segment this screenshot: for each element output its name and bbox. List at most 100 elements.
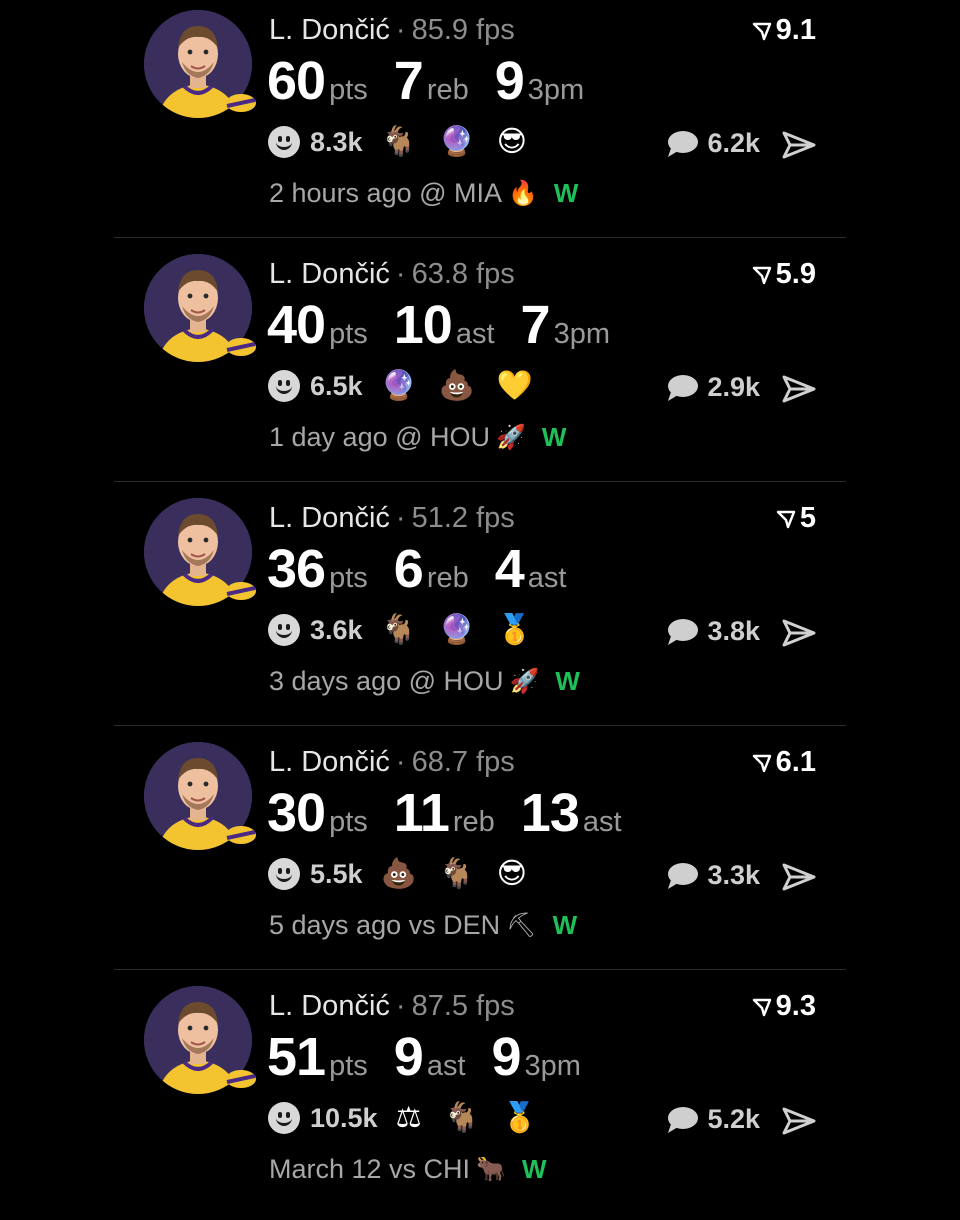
post-header: L. Dončić · 68.7 fps — [269, 746, 515, 779]
comment-button[interactable]: 3.3k — [665, 860, 760, 891]
post-divider — [114, 481, 846, 482]
reaction-emoji[interactable]: 🥇 — [502, 1103, 538, 1133]
comment-bubble-icon — [668, 618, 699, 645]
share-arrow-icon[interactable] — [782, 862, 816, 892]
reaction-count: 5.5k — [310, 858, 363, 889]
post-card[interactable]: L. Dončić · 87.5 fps 9.3 51 pts 9 ast 9 3pm 10.… — [0, 976, 960, 1220]
team-logo-icon — [226, 582, 256, 600]
reaction-emoji[interactable]: 😎 — [497, 859, 527, 889]
reaction-emoji[interactable]: ⚖ — [396, 1103, 422, 1133]
stat-unit: reb — [452, 806, 495, 838]
stat-unit: pts — [329, 318, 368, 350]
stat-value: 11 — [393, 783, 450, 843]
stat-item: 6 reb — [394, 538, 469, 600]
stat-value: 9 — [491, 1027, 522, 1087]
comment-button[interactable]: 3.8k — [665, 616, 760, 647]
reactions-bar[interactable]: 6.5k 🔮 💩 💛 — [268, 370, 555, 402]
player-name[interactable]: L. Dončić — [269, 746, 390, 778]
post-card[interactable]: L. Dončić · 51.2 fps 5 36 pts 6 reb 4 ast 3.6k … — [0, 488, 960, 732]
player-name[interactable]: L. Dončić — [269, 502, 390, 534]
stat-value: 6 — [393, 539, 424, 599]
result-badge: W — [555, 666, 580, 696]
comment-button[interactable]: 2.9k — [665, 372, 760, 403]
reaction-emoji[interactable]: 🐐 — [444, 1103, 480, 1133]
share-arrow-icon[interactable] — [782, 374, 816, 404]
stat-value: 30 — [267, 783, 326, 843]
reaction-emoji-list: 🔮 💩 💛 — [381, 371, 555, 401]
game-info: March 12 vs CHI 🐂 W — [269, 1154, 547, 1185]
result-badge: W — [541, 422, 567, 452]
fps-value: 63.8 fps — [411, 258, 515, 290]
smile-icon[interactable] — [268, 1102, 300, 1134]
comment-button[interactable]: 6.2k — [665, 128, 760, 159]
reaction-emoji[interactable]: 🐐 — [381, 127, 417, 157]
stat-line: 51 pts 9 ast 9 3pm — [267, 1026, 607, 1088]
smile-icon[interactable] — [268, 370, 300, 402]
stat-unit: reb — [426, 74, 469, 106]
reactions-bar[interactable]: 5.5k 💩 🐐 😎 — [268, 858, 549, 890]
rating: 6.1 — [752, 746, 816, 779]
comment-bubble-icon — [668, 862, 699, 889]
reaction-emoji[interactable]: 🔮 — [439, 127, 475, 157]
stat-item: 7 reb — [394, 50, 469, 112]
reaction-count: 3.6k — [310, 614, 363, 645]
reaction-emoji[interactable]: 💩 — [439, 371, 475, 401]
rating-arrow-icon — [752, 998, 771, 1016]
reaction-emoji[interactable]: 🥇 — [497, 615, 533, 645]
smile-icon[interactable] — [268, 858, 300, 890]
stat-value: 9 — [494, 51, 525, 111]
reactions-bar[interactable]: 3.6k 🐐 🔮 🥇 — [268, 614, 555, 646]
post-card[interactable]: L. Dončić · 63.8 fps 5.9 40 pts 10 ast 7 3pm 6.… — [0, 244, 960, 488]
reaction-count: 8.3k — [310, 126, 363, 157]
team-logo-icon — [226, 94, 256, 112]
comment-count: 3.8k — [707, 616, 760, 646]
game-time: 5 days ago vs DEN — [269, 910, 501, 940]
rating-value: 5.9 — [775, 258, 816, 290]
reaction-emoji[interactable]: 😎 — [497, 127, 527, 157]
reaction-emoji[interactable]: 🔮 — [381, 371, 417, 401]
stat-unit: ast — [527, 562, 567, 594]
fps-value: 85.9 fps — [411, 14, 515, 46]
player-name[interactable]: L. Dončić — [269, 258, 390, 290]
separator-dot: · — [395, 746, 406, 778]
reaction-emoji[interactable]: 🐐 — [439, 859, 475, 889]
stat-item: 11 reb — [394, 782, 495, 844]
player-name[interactable]: L. Dončić — [269, 990, 390, 1022]
stat-value: 7 — [520, 295, 551, 355]
stat-value: 9 — [393, 1027, 424, 1087]
stat-item: 40 pts — [267, 294, 368, 356]
stat-item: 4 ast — [495, 538, 567, 600]
game-time: 1 day ago @ HOU — [269, 422, 491, 452]
stat-item: 60 pts — [267, 50, 368, 112]
reactions-bar[interactable]: 8.3k 🐐 🔮 😎 — [268, 126, 549, 158]
share-arrow-icon[interactable] — [782, 1106, 816, 1136]
reaction-emoji[interactable]: 💛 — [497, 371, 533, 401]
smile-icon[interactable] — [268, 614, 300, 646]
post-divider — [114, 969, 846, 970]
comment-bubble-icon — [668, 374, 699, 401]
reaction-emoji[interactable]: 💩 — [381, 859, 417, 889]
player-name[interactable]: L. Dončić — [269, 14, 390, 46]
game-info: 5 days ago vs DEN ⛏ W — [269, 910, 577, 941]
stat-value: 36 — [267, 539, 326, 599]
reaction-emoji-list: 🐐 🔮 🥇 — [381, 615, 555, 645]
rating-value: 9.3 — [775, 990, 816, 1022]
rating-arrow-icon — [752, 266, 771, 284]
reaction-emoji[interactable]: 🐐 — [381, 615, 417, 645]
reactions-bar[interactable]: 10.5k ⚖ 🐐 🥇 — [268, 1102, 560, 1134]
smile-icon[interactable] — [268, 126, 300, 158]
stat-unit: 3pm — [524, 1050, 581, 1082]
reaction-emoji-list: ⚖ 🐐 🥇 — [396, 1103, 560, 1133]
reaction-emoji[interactable]: 🔮 — [439, 615, 475, 645]
post-divider — [114, 237, 846, 238]
post-card[interactable]: L. Dončić · 68.7 fps 6.1 30 pts 11 reb 13 ast 5… — [0, 732, 960, 976]
post-card[interactable]: L. Dončić · 85.9 fps 9.1 60 pts 7 reb 9 3pm 8.3… — [0, 0, 960, 244]
comment-button[interactable]: 5.2k — [665, 1104, 760, 1135]
stat-unit: reb — [426, 562, 469, 594]
stat-value: 4 — [494, 539, 525, 599]
comment-count: 6.2k — [707, 128, 760, 158]
share-arrow-icon[interactable] — [782, 618, 816, 648]
share-arrow-icon[interactable] — [782, 130, 816, 160]
rating-value: 5 — [799, 502, 816, 534]
comment-count: 3.3k — [707, 860, 760, 890]
